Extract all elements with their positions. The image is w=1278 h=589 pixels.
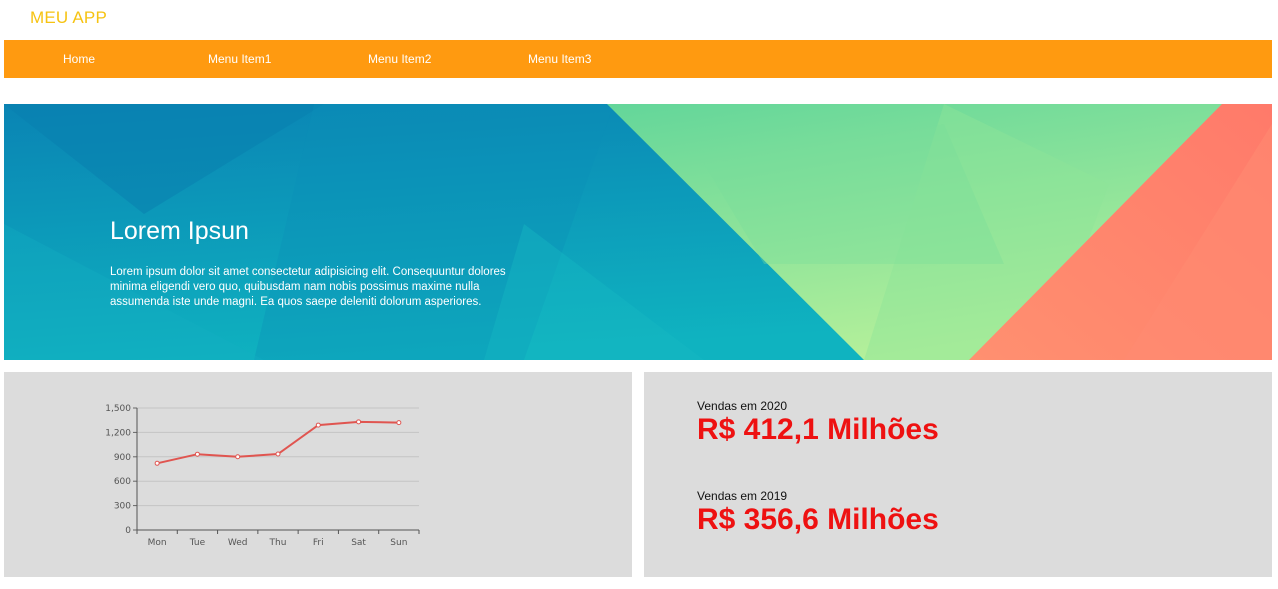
data-point [235, 454, 241, 460]
x-tick-label: Sun [390, 538, 407, 548]
x-tick-label: Thu [269, 538, 287, 548]
app-title: MEU APP [30, 8, 107, 27]
x-tick-label: Tue [189, 538, 206, 548]
hero-banner: Lorem Ipsun Lorem ipsum dolor sit amet c… [4, 104, 1272, 360]
nav-item-menu-item2[interactable]: Menu Item2 [368, 52, 431, 66]
y-tick-label: 900 [114, 453, 131, 463]
data-point [275, 451, 281, 457]
data-point [356, 419, 362, 425]
sales-2020-label: Vendas em 2020 [697, 399, 788, 413]
hero-description: Lorem ipsum dolor sit amet consectetur a… [110, 266, 506, 308]
nav-item-menu-item1[interactable]: Menu Item1 [208, 52, 271, 66]
x-tick-label: Fri [313, 538, 324, 548]
main-navbar: Home Menu Item1 Menu Item2 Menu Item3 [4, 40, 1272, 78]
y-tick-label: 600 [114, 477, 131, 487]
y-tick-label: 0 [125, 526, 131, 536]
x-tick-label: Mon [148, 538, 167, 548]
line-chart: 0 300 600 900 1,200 1,500 Mon Tue Wed Thu Fri Sat Su… [105, 404, 420, 548]
hero-title: Lorem Ipsun [110, 217, 249, 245]
x-tick-label: Sat [351, 538, 366, 548]
sales-2020-value: R$ 412,1 Milhões [697, 413, 939, 446]
sales-2019-value: R$ 356,6 Milhões [697, 503, 939, 536]
data-point [396, 420, 402, 426]
data-point [194, 451, 200, 457]
nav-item-menu-item3[interactable]: Menu Item3 [528, 52, 591, 66]
data-point [315, 422, 321, 428]
sales-panel: Vendas em 2020 R$ 412,1 Milhões Vendas e… [644, 372, 1272, 577]
y-tick-label: 1,200 [105, 428, 131, 438]
chart-panel: 0 300 600 900 1,200 1,500 Mon Tue Wed Thu Fri Sat Su… [4, 372, 632, 577]
x-tick-label: Wed [228, 538, 248, 548]
data-point [154, 460, 160, 466]
sales-2019-label: Vendas em 2019 [697, 489, 788, 503]
y-tick-label: 1,500 [105, 404, 131, 414]
y-tick-label: 300 [114, 502, 131, 512]
nav-item-home[interactable]: Home [63, 52, 95, 66]
